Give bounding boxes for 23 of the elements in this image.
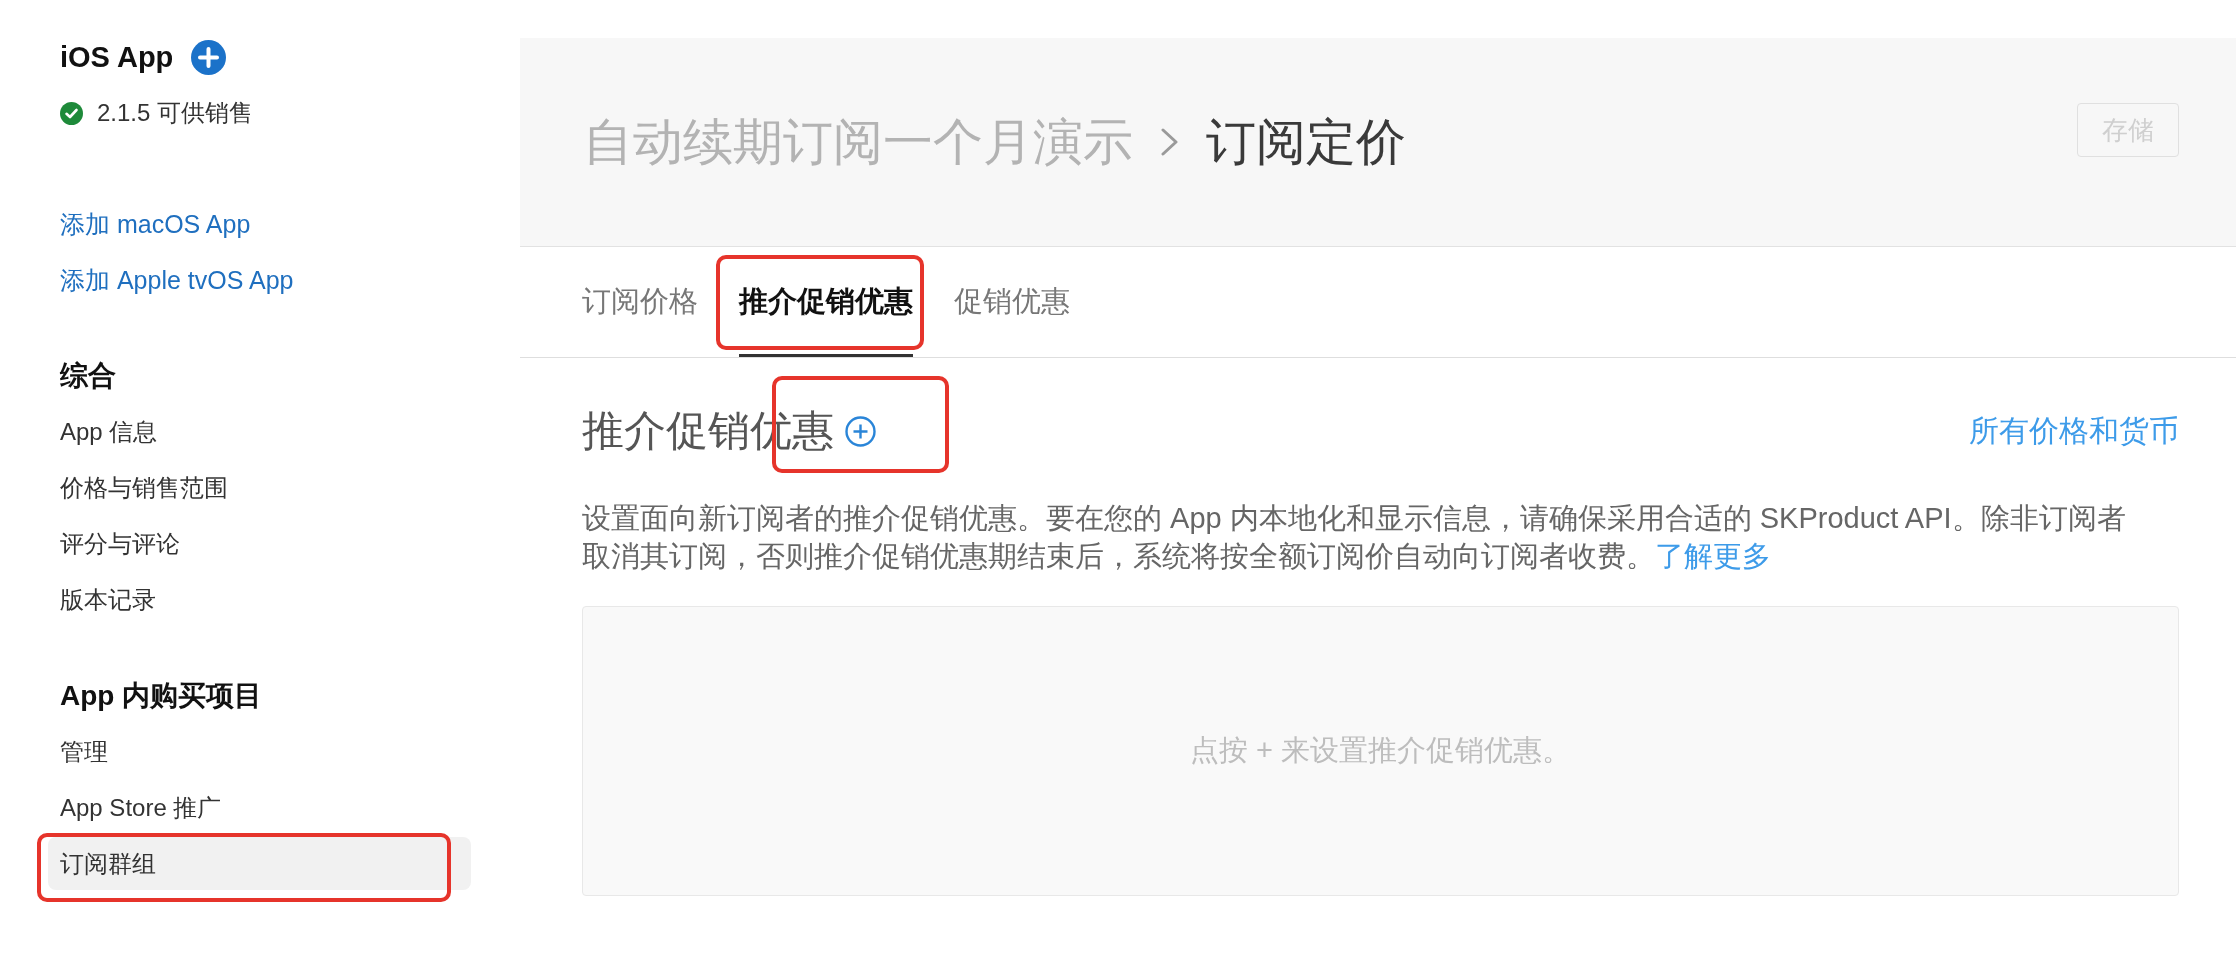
- plus-circle-icon[interactable]: [191, 39, 227, 75]
- add-platform-link[interactable]: 添加 Apple tvOS App: [60, 260, 294, 300]
- sidebar-item[interactable]: 评分与评论: [48, 517, 471, 570]
- page-title: 订阅定价: [1206, 112, 1406, 172]
- empty-state-text: 点按 + 来设置推介促销优惠。: [1189, 733, 1572, 768]
- tab[interactable]: 推介促销优惠: [739, 247, 913, 357]
- app-title: iOS App: [60, 40, 174, 74]
- version-status: 2.1.5 可供销售: [97, 98, 254, 128]
- chevron-right-icon: [1161, 128, 1178, 156]
- sidebar-item[interactable]: 订阅群组: [48, 837, 471, 890]
- sidebar-item[interactable]: 管理: [48, 725, 471, 778]
- add-platform-link[interactable]: 添加 macOS App: [60, 204, 251, 244]
- tab[interactable]: 订阅价格: [582, 247, 698, 357]
- sidebar-item[interactable]: 价格与销售范围: [48, 461, 471, 514]
- sidebar-heading: 综合: [60, 359, 116, 393]
- description-text: 设置面向新订阅者的推介促销优惠。要在您的 App 内本地化和显示信息，请确保采用合适的 SKProduct API。除非订阅者取消其订阅，否则推介促销优惠期结束后，系统将按全额订阅价自动向订阅者收费。了解更多: [582, 501, 2127, 574]
- tab[interactable]: 促销优惠: [954, 247, 1070, 357]
- sidebar-item[interactable]: App Store 推广: [48, 781, 471, 834]
- sidebar-item[interactable]: 版本记录: [48, 573, 471, 626]
- sidebar-heading: App 内购买项目: [60, 679, 263, 713]
- sidebar-item[interactable]: App 信息: [48, 405, 471, 458]
- check-circle-icon: [60, 101, 83, 125]
- plus-circle-icon[interactable]: [845, 415, 876, 447]
